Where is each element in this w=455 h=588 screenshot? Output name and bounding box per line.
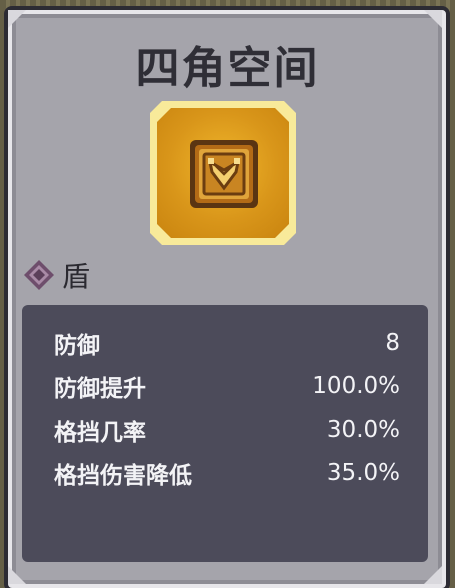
item-type-row: 盾 <box>22 256 90 294</box>
stat-label: 格挡几率 <box>54 420 146 446</box>
stat-label: 格挡伤害降低 <box>54 463 192 489</box>
stat-value: 30.0% <box>326 417 400 443</box>
stat-row-defense: 防御 8 <box>54 327 400 359</box>
stats-panel: 防御 8 防御提升 100.0% 格挡几率 30.0% 格挡伤害降低 35.0% <box>22 305 428 562</box>
stat-row-block-damage-reduction: 格挡伤害降低 35.0% <box>54 457 400 489</box>
stat-label: 防御提升 <box>54 376 146 402</box>
stat-value: 100.0% <box>312 373 400 399</box>
stat-value: 35.0% <box>326 460 400 486</box>
golden-square-shield-icon <box>190 140 258 208</box>
item-type-label: 盾 <box>62 260 91 293</box>
shield-type-icon <box>24 260 54 290</box>
item-name: 四角空间 <box>135 43 320 94</box>
stat-value: 8 <box>385 330 400 356</box>
stat-row-block-chance: 格挡几率 30.0% <box>54 414 400 446</box>
stat-label: 防御 <box>54 333 100 359</box>
stat-row-defense-boost: 防御提升 100.0% <box>54 370 400 402</box>
